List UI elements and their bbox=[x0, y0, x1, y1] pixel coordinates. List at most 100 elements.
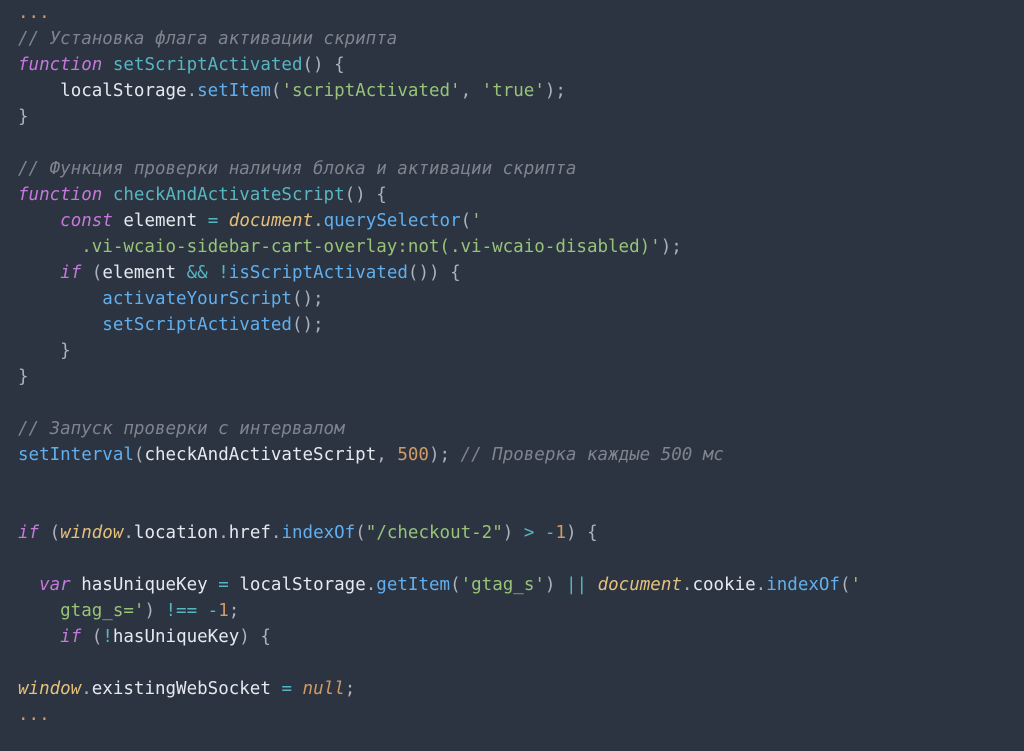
code-token bbox=[229, 575, 240, 595]
code-token: && bbox=[187, 263, 208, 283]
code-token: "/checkout-2" bbox=[366, 523, 503, 543]
code-token bbox=[587, 575, 598, 595]
code-token: setInterval bbox=[18, 445, 134, 465]
code-token: activateYourScript bbox=[102, 289, 292, 309]
code-token: = bbox=[208, 211, 219, 231]
code-token: 'true' bbox=[482, 81, 545, 101]
code-token: ... bbox=[18, 3, 50, 23]
code-token: = bbox=[281, 679, 292, 699]
code-token: , bbox=[461, 81, 482, 101]
code-token: > bbox=[524, 523, 535, 543]
code-token: localStorage bbox=[239, 575, 365, 595]
code-token bbox=[208, 263, 219, 283]
code-token: element bbox=[102, 263, 176, 283]
code-token: ( bbox=[461, 211, 472, 231]
code-token: ( bbox=[39, 523, 60, 543]
code-token: ); bbox=[429, 445, 461, 465]
code-token: document bbox=[229, 211, 313, 231]
code-token: if bbox=[60, 627, 81, 647]
code-token bbox=[197, 601, 208, 621]
code-token: = bbox=[218, 575, 229, 595]
code-token: if bbox=[60, 263, 81, 283]
code-token: getItem bbox=[376, 575, 450, 595]
code-token bbox=[18, 315, 102, 335]
code-token: checkAndActivateScript bbox=[113, 185, 345, 205]
code-token bbox=[292, 679, 303, 699]
code-token: . bbox=[81, 679, 92, 699]
code-token: ) bbox=[545, 575, 566, 595]
code-token: // Запуск проверки с интервалом bbox=[18, 419, 345, 439]
code-token bbox=[534, 523, 545, 543]
code-token: ! bbox=[102, 627, 113, 647]
code-token: 'scriptActivated' bbox=[281, 81, 460, 101]
code-token: // Проверка каждые 500 мс bbox=[461, 445, 724, 465]
code-token bbox=[18, 575, 39, 595]
code-token: (); bbox=[292, 315, 324, 335]
code-token: ! bbox=[218, 263, 229, 283]
code-token: cookie bbox=[692, 575, 755, 595]
code-token: () { bbox=[303, 55, 345, 75]
code-token: const bbox=[60, 211, 113, 231]
code-token: indexOf bbox=[281, 523, 355, 543]
code-token: checkAndActivateScript bbox=[144, 445, 376, 465]
code-token bbox=[218, 211, 229, 231]
code-token bbox=[18, 263, 60, 283]
code-token: . bbox=[271, 523, 282, 543]
code-token bbox=[102, 55, 113, 75]
code-token: ( bbox=[271, 81, 282, 101]
code-token bbox=[18, 211, 60, 231]
code-token: , bbox=[376, 445, 397, 465]
code-token bbox=[102, 185, 113, 205]
code-token: . bbox=[756, 575, 767, 595]
code-token: document bbox=[598, 575, 682, 595]
code-token: hasUniqueKey bbox=[113, 627, 239, 647]
code-token: ; bbox=[345, 679, 356, 699]
code-token: // Установка флага активации скрипта bbox=[18, 29, 397, 49]
code-token: . bbox=[123, 523, 134, 543]
code-token: . bbox=[682, 575, 693, 595]
code-token: . bbox=[366, 575, 377, 595]
code-token: () { bbox=[345, 185, 387, 205]
code-token: setScriptActivated bbox=[113, 55, 303, 75]
code-token: ( bbox=[134, 445, 145, 465]
code-token: window bbox=[60, 523, 123, 543]
code-token: ) bbox=[144, 601, 165, 621]
code-token: ( bbox=[840, 575, 851, 595]
code-token: } bbox=[18, 341, 71, 361]
code-token bbox=[18, 627, 60, 647]
code-token: function bbox=[18, 185, 102, 205]
code-token: || bbox=[566, 575, 587, 595]
code-token: null bbox=[303, 679, 345, 699]
code-token: ) { bbox=[239, 627, 271, 647]
code-token: . bbox=[313, 211, 324, 231]
code-token: ( bbox=[81, 627, 102, 647]
code-token: localStorage bbox=[60, 81, 186, 101]
code-token: 1 bbox=[555, 523, 566, 543]
code-block: ... // Установка флага активации скрипта… bbox=[0, 0, 1024, 728]
code-token: ... bbox=[18, 705, 50, 725]
code-token: (); bbox=[292, 289, 324, 309]
code-token: ); bbox=[661, 237, 682, 257]
code-token: 500 bbox=[397, 445, 429, 465]
code-token: } bbox=[18, 107, 29, 127]
code-token bbox=[208, 575, 219, 595]
code-token: } bbox=[18, 367, 29, 387]
code-token: isScriptActivated bbox=[229, 263, 408, 283]
code-token: ' bbox=[471, 211, 482, 231]
code-token: !== bbox=[166, 601, 198, 621]
code-token: indexOf bbox=[766, 575, 840, 595]
code-token bbox=[197, 211, 208, 231]
code-token: href bbox=[229, 523, 271, 543]
code-token: querySelector bbox=[324, 211, 461, 231]
code-token: existingWebSocket bbox=[92, 679, 271, 699]
code-token bbox=[18, 81, 60, 101]
code-token bbox=[271, 679, 282, 699]
code-token bbox=[113, 211, 124, 231]
code-token: ) { bbox=[566, 523, 598, 543]
code-token bbox=[71, 575, 82, 595]
code-token: ' bbox=[851, 575, 862, 595]
code-token: ( bbox=[355, 523, 366, 543]
code-token: location bbox=[134, 523, 218, 543]
code-token: ); bbox=[545, 81, 566, 101]
code-token: ; bbox=[229, 601, 240, 621]
